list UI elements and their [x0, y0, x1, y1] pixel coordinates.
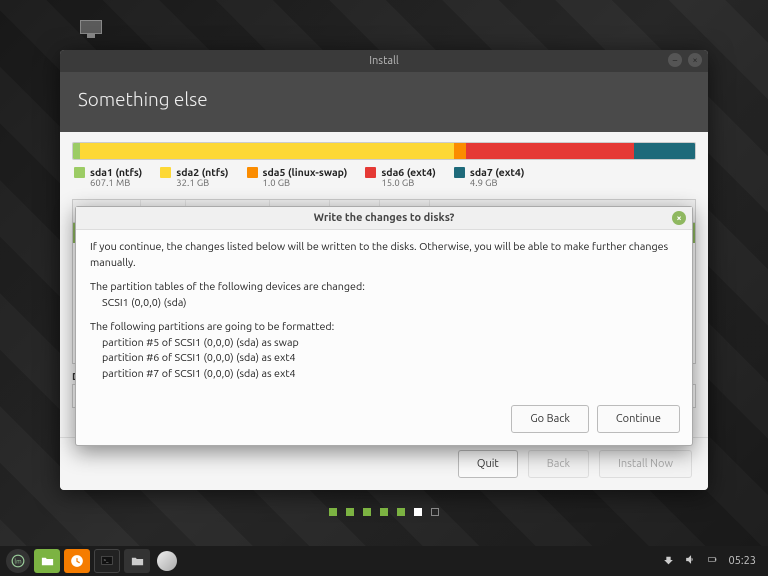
confirm-write-dialog: Write the changes to disks? × If you con… — [75, 206, 693, 446]
partition-usage-bar — [72, 142, 696, 160]
progress-dot — [346, 508, 354, 516]
system-tray[interactable]: 05:23 — [662, 553, 762, 569]
progress-dot — [380, 508, 388, 516]
format-line: partition #7 of SCSI1 (0,0,0) (sda) as e… — [90, 367, 678, 383]
progress-dot — [363, 508, 371, 516]
legend-item: sda6 (ext4)15.0 GB — [365, 166, 436, 189]
window-title: Install — [369, 55, 399, 67]
dialog-close-icon[interactable]: × — [672, 211, 686, 225]
clock[interactable]: 05:23 — [728, 555, 756, 567]
install-now-button: Install Now — [599, 450, 692, 478]
page-heading: Something else — [60, 72, 708, 132]
partition-segment — [634, 143, 695, 159]
taskbar-folder-icon[interactable] — [124, 549, 150, 573]
progress-dot — [329, 508, 337, 516]
dialog-footer: Go Back Continue — [76, 395, 692, 445]
taskbar-installer-icon[interactable] — [157, 551, 177, 571]
network-icon[interactable] — [662, 553, 675, 569]
progress-dot — [397, 508, 405, 516]
close-button[interactable]: × — [688, 53, 702, 67]
legend-item: sda2 (ntfs)32.1 GB — [160, 166, 228, 189]
format-line: partition #6 of SCSI1 (0,0,0) (sda) as e… — [90, 351, 678, 367]
legend-item: sda7 (ext4)4.9 GB — [454, 166, 525, 189]
quit-button[interactable]: Quit — [458, 450, 518, 478]
desktop-icon-monitor[interactable] — [80, 20, 102, 38]
progress-dot — [431, 508, 439, 516]
taskbar-update-icon[interactable] — [64, 549, 90, 573]
taskbar[interactable]: lm >_ 05:23 — [0, 546, 768, 576]
taskbar-terminal-icon[interactable]: >_ — [94, 549, 120, 573]
svg-text:>_: >_ — [104, 558, 110, 563]
legend-item: sda1 (ntfs)607.1 MB — [74, 166, 142, 189]
continue-button[interactable]: Continue — [597, 405, 680, 433]
dialog-intro: If you continue, the changes listed belo… — [90, 240, 678, 271]
dialog-body: If you continue, the changes listed belo… — [76, 230, 692, 395]
volume-icon[interactable] — [684, 553, 697, 569]
dialog-title: Write the changes to disks? × — [76, 207, 692, 230]
svg-text:lm: lm — [14, 557, 22, 565]
back-button: Back — [528, 450, 589, 478]
dialog-format-heading: The following partitions are going to be… — [90, 320, 678, 382]
partition-segment — [466, 143, 634, 159]
format-line: partition #5 of SCSI1 (0,0,0) (sda) as s… — [90, 336, 678, 352]
battery-icon[interactable] — [706, 553, 719, 569]
progress-dots — [0, 508, 768, 516]
dialog-tables-heading: The partition tables of the following de… — [90, 280, 678, 311]
window-titlebar: Install – × — [60, 50, 708, 72]
minimize-button[interactable]: – — [668, 53, 682, 67]
partition-segment — [73, 143, 80, 159]
taskbar-files-icon[interactable] — [34, 549, 60, 573]
partition-segment — [454, 143, 466, 159]
partition-legend: sda1 (ntfs)607.1 MB sda2 (ntfs)32.1 GB sda… — [72, 160, 696, 199]
progress-dot — [414, 508, 422, 516]
go-back-button[interactable]: Go Back — [511, 405, 589, 433]
partition-segment — [80, 143, 453, 159]
start-menu-icon[interactable]: lm — [6, 549, 30, 573]
legend-item: sda5 (linux-swap)1.0 GB — [247, 166, 348, 189]
